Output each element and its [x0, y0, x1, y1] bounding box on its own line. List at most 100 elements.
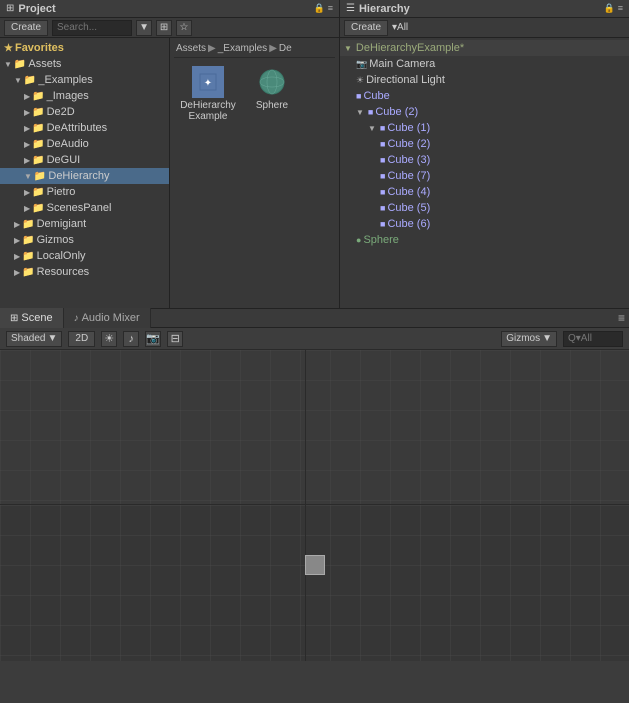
tree-item-images[interactable]: ▶ 📁 _Images: [0, 88, 169, 104]
shaded-arrow-icon: ▼: [47, 333, 57, 344]
project-panel: ⊞ Project 🔒 ≡ Create ▼ ⊞ ☆ ★ Favorites: [0, 0, 340, 308]
tree-item-pietro[interactable]: ▶ 📁 Pietro: [0, 184, 169, 200]
project-icon-btn1[interactable]: ▼: [136, 20, 152, 36]
hierarchy-content: ▼ DeHierarchyExample* 📷 Main Camera ☀ Di…: [340, 38, 629, 308]
tree-item-gizmos[interactable]: ▶ 📁 Gizmos: [0, 232, 169, 248]
hierarchy-title: Hierarchy: [359, 3, 410, 15]
arrow-down-scene: ▼: [344, 44, 352, 53]
gizmos-dropdown[interactable]: Gizmos ▼: [501, 331, 557, 347]
hierarchy-cube-2c[interactable]: ■ Cube (2): [340, 136, 629, 152]
gizmos-arrow-icon: ▼: [542, 333, 552, 344]
hierarchy-sphere[interactable]: ● Sphere: [340, 232, 629, 248]
breadcrumb-sep1: ▶: [208, 43, 216, 54]
tab-audio[interactable]: ♪ Audio Mixer: [64, 308, 151, 328]
scene-toolbar: Shaded ▼ 2D ☀ ♪ 📷 ⊟ Gizmos ▼: [0, 328, 629, 350]
hierarchy-cube-2[interactable]: ▼ ■ Cube (2): [340, 104, 629, 120]
scene-file-icon: ✦: [192, 66, 224, 98]
hierarchy-cube-6[interactable]: ■ Cube (6): [340, 216, 629, 232]
tree-item-deattributes[interactable]: ▶ 📁 DeAttributes: [0, 120, 169, 136]
arrow-right-images: ▶: [24, 92, 30, 101]
hierarchy-cube-5[interactable]: ■ Cube (5): [340, 200, 629, 216]
speaker-toolbar-icon[interactable]: ♪: [123, 331, 139, 347]
hierarchy-panel: ☰ Hierarchy 🔒 ≡ Create ▾All ▼ DeHierarch…: [340, 0, 629, 308]
project-create-button[interactable]: Create: [4, 20, 48, 36]
sphere-label: Sphere: [363, 234, 398, 246]
hierarchy-directional-light[interactable]: ☀ Directional Light: [340, 72, 629, 88]
project-tree: ★ Favorites ▼ 📁 Assets ▼ 📁 _Examples: [0, 38, 170, 308]
hierarchy-header: ☰ Hierarchy 🔒 ≡: [340, 0, 629, 18]
tree-item-dehierarchy[interactable]: ▼ 📁 DeHierarchy: [0, 168, 169, 184]
tree-item-resources[interactable]: ▶ 📁 Resources: [0, 264, 169, 280]
project-lock-icon: 🔒: [314, 3, 325, 14]
breadcrumb-sep2: ▶: [269, 43, 277, 54]
cube-icon-2: ■: [368, 107, 373, 117]
hierarchy-cube-1[interactable]: ▼ ■ Cube (1): [340, 120, 629, 136]
arrow-right-sp: ▶: [24, 204, 30, 213]
hierarchy-toolbar: Create ▾All: [340, 18, 629, 38]
scene-file-label: DeHierarchyExample: [180, 100, 236, 122]
project-overflow-icon[interactable]: ≡: [328, 3, 333, 14]
breadcrumb-examples: _Examples: [218, 43, 267, 54]
folder-gizmos-icon: 📁: [22, 235, 34, 246]
hierarchy-create-button[interactable]: Create: [344, 20, 388, 36]
tree-item-examples[interactable]: ▼ 📁 _Examples: [0, 72, 169, 88]
cube-label-2c: Cube (2): [387, 138, 430, 150]
folder-deau-icon: 📁: [32, 139, 44, 150]
hierarchy-icon: ☰: [346, 3, 355, 14]
cube-label-7: Cube (7): [387, 170, 430, 182]
hierarchy-overflow-icon[interactable]: ≡: [618, 3, 623, 14]
resources-label: Resources: [37, 266, 90, 278]
scene-search-input[interactable]: [563, 331, 623, 347]
project-icon: ⊞: [6, 3, 14, 14]
file-item-scene[interactable]: ✦ DeHierarchyExample: [178, 62, 238, 126]
cube-icon-2c: ■: [380, 139, 385, 149]
breadcrumb: Assets ▶ _Examples ▶ De: [174, 40, 335, 58]
layers-toolbar-icon[interactable]: ⊟: [167, 331, 183, 347]
pietro-label: Pietro: [47, 186, 76, 198]
cube-icon-5: ■: [380, 203, 385, 213]
arrow-right-deau: ▶: [24, 140, 30, 149]
images-label: _Images: [47, 90, 89, 102]
audio-tab-label: Audio Mixer: [82, 312, 140, 324]
hierarchy-lock-icon: 🔒: [604, 3, 615, 14]
hierarchy-scene-root[interactable]: ▼ DeHierarchyExample*: [340, 40, 629, 56]
twod-btn[interactable]: 2D: [68, 331, 95, 347]
shaded-dropdown[interactable]: Shaded ▼: [6, 331, 62, 347]
cube-label-3: Cube (3): [387, 154, 430, 166]
tree-item-demigiant[interactable]: ▶ 📁 Demigiant: [0, 216, 169, 232]
sphere-icon: ●: [356, 235, 361, 245]
tree-item-localonly[interactable]: ▶ 📁 LocalOnly: [0, 248, 169, 264]
hierarchy-cube[interactable]: ■ Cube: [340, 88, 629, 104]
arrow-right-lo: ▶: [14, 252, 20, 261]
assets-label: Assets: [28, 58, 61, 70]
project-icon-btn2[interactable]: ⊞: [156, 20, 172, 36]
hierarchy-cube-7[interactable]: ■ Cube (7): [340, 168, 629, 184]
tree-item-de2d[interactable]: ▶ 📁 De2D: [0, 104, 169, 120]
svg-text:✦: ✦: [204, 78, 212, 89]
camera-toolbar-icon[interactable]: 📷: [145, 331, 161, 347]
cube-label-2: Cube (2): [375, 106, 418, 118]
project-search-input[interactable]: [52, 20, 132, 36]
project-icon-btn3[interactable]: ☆: [176, 20, 192, 36]
directional-light-label: Directional Light: [366, 74, 445, 86]
tree-item-deaudio[interactable]: ▶ 📁 DeAudio: [0, 136, 169, 152]
hierarchy-main-camera[interactable]: 📷 Main Camera: [340, 56, 629, 72]
folder-sp-icon: 📁: [32, 203, 44, 214]
sun-toolbar-icon[interactable]: ☀: [101, 331, 117, 347]
tree-item-degui[interactable]: ▶ 📁 DeGUI: [0, 152, 169, 168]
hierarchy-cube-3[interactable]: ■ Cube (3): [340, 152, 629, 168]
hierarchy-cube-4[interactable]: ■ Cube (4): [340, 184, 629, 200]
arrow-right-dea: ▶: [24, 124, 30, 133]
hierarchy-all-dropdown[interactable]: ▾All: [392, 22, 408, 33]
scene-tabbar: ⊞ Scene ♪ Audio Mixer ≡: [0, 308, 629, 328]
tab-scene[interactable]: ⊞ Scene: [0, 308, 64, 328]
tab-overflow-icon[interactable]: ≡: [618, 311, 625, 325]
cube-icon-1b: ■: [380, 123, 385, 133]
demigiant-label: Demigiant: [37, 218, 87, 230]
tree-item-scenespanel[interactable]: ▶ 📁 ScenesPanel: [0, 200, 169, 216]
tree-item-favorites[interactable]: ★ Favorites: [0, 40, 169, 56]
file-item-sphere[interactable]: Sphere: [242, 62, 302, 126]
tree-item-assets[interactable]: ▼ 📁 Assets: [0, 56, 169, 72]
scene-tab-label: Scene: [21, 312, 52, 324]
scene-viewport[interactable]: [0, 350, 629, 703]
